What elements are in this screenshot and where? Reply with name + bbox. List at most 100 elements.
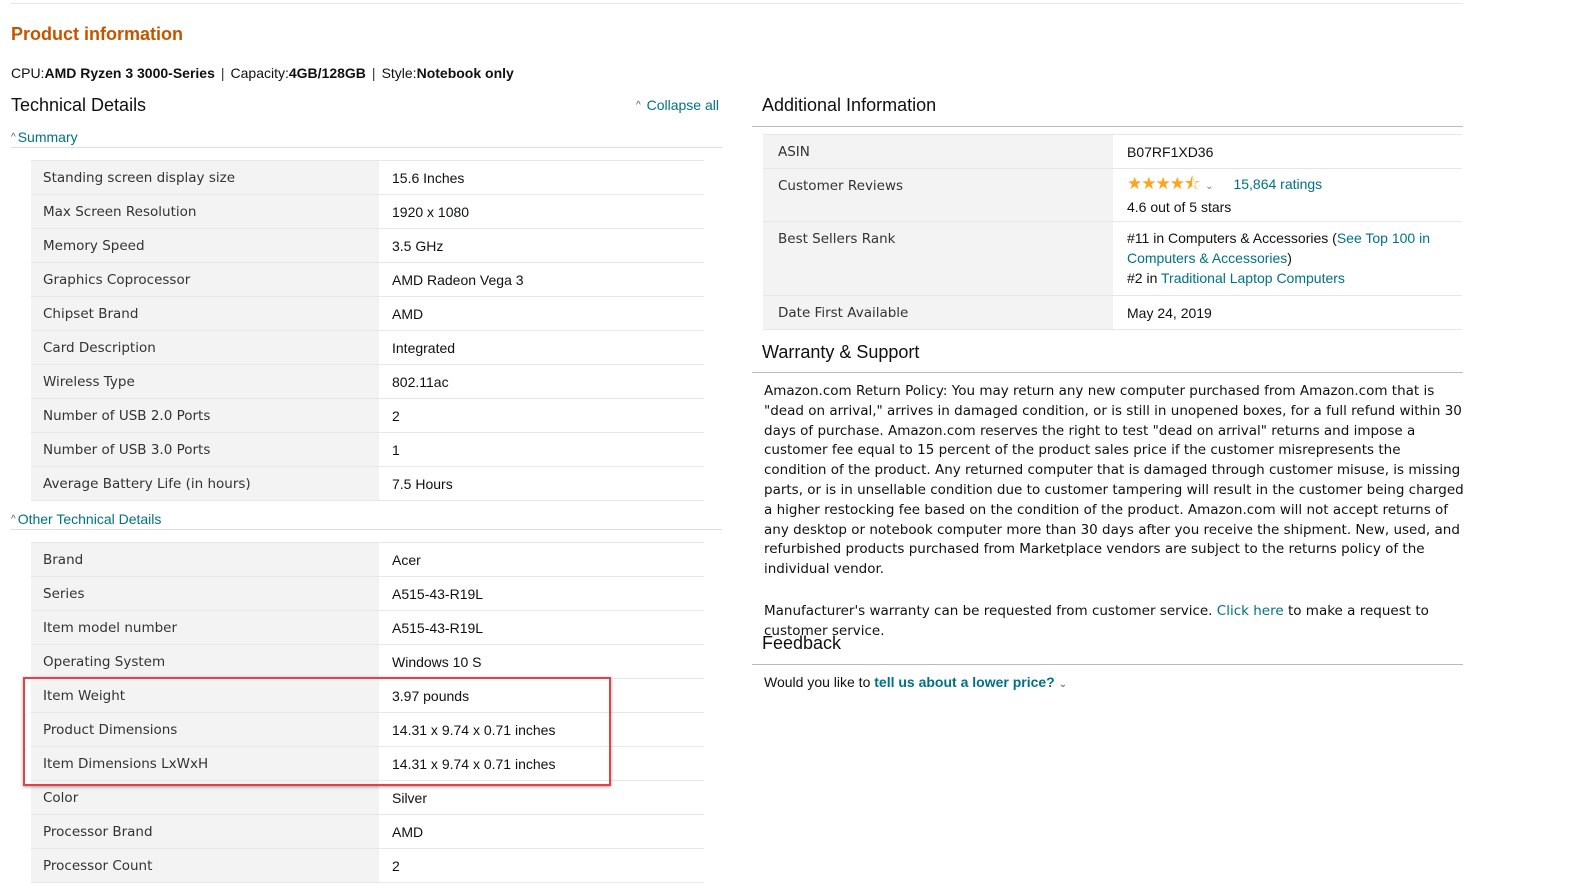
row-label: Card Description xyxy=(31,330,379,365)
row-label: Chipset Brand xyxy=(31,296,379,331)
collapse-all-link[interactable]: ^ Collapse all xyxy=(636,97,719,113)
row-label: Processor Brand xyxy=(31,814,379,849)
table-row: Average Battery Life (in hours) 7.5 Hours xyxy=(31,466,704,501)
rank1-prefix: #11 in Computers & Accessories ( xyxy=(1127,230,1337,246)
mfr-prefix: Manufacturer's warranty can be requested… xyxy=(764,602,1217,619)
top-divider xyxy=(11,3,1463,4)
row-label: Standing screen display size xyxy=(31,160,379,195)
row-label: Graphics Coprocessor xyxy=(31,262,379,297)
row-label: Item Dimensions LxWxH xyxy=(31,746,379,781)
additional-info-divider xyxy=(752,126,1463,127)
cpu-label: CPU: xyxy=(11,65,45,81)
row-value: Windows 10 S xyxy=(379,644,704,679)
collapse-all-label: Collapse all xyxy=(646,97,719,113)
table-row: Customer Reviews ★★★★⯪ ⌄ 15,864 ratings 4.… xyxy=(763,168,1462,222)
summary-label: Summary xyxy=(17,129,78,145)
rating-line: ★★★★⯪ ⌄ 15,864 ratings xyxy=(1127,174,1462,197)
rating-text: 4.6 out of 5 stars xyxy=(1127,199,1232,215)
row-value: 15.6 Inches xyxy=(379,160,704,195)
row-value: AMD Radeon Vega 3 xyxy=(379,262,704,297)
feedback-divider xyxy=(752,664,1463,665)
row-label: Number of USB 3.0 Ports xyxy=(31,432,379,467)
table-row: Item Weight 3.97 pounds xyxy=(31,678,704,713)
summary-toggle[interactable]: ^ Summary xyxy=(11,129,78,145)
table-row: Series A515-43-R19L xyxy=(31,576,704,611)
separator: | xyxy=(220,65,225,81)
table-row: Processor Count 2 xyxy=(31,848,704,883)
row-value: 7.5 Hours xyxy=(379,466,704,501)
date-first-available-value: May 24, 2019 xyxy=(1113,295,1462,330)
row-label: Product Dimensions xyxy=(31,712,379,747)
row-label: Item model number xyxy=(31,610,379,645)
other-technical-details-toggle[interactable]: ^ Other Technical Details xyxy=(11,511,161,527)
technical-details-heading: Technical Details xyxy=(11,95,147,115)
star-rating-icon[interactable]: ★★★★⯪ xyxy=(1127,174,1200,193)
feedback-question: Would you like to tell us about a lower … xyxy=(764,674,1067,690)
click-here-link[interactable]: Click here xyxy=(1217,603,1284,619)
customer-reviews-label: Customer Reviews xyxy=(763,168,1113,222)
other-details-label: Other Technical Details xyxy=(17,511,162,527)
product-info-title: Product information xyxy=(11,24,183,44)
row-value: 3.97 pounds xyxy=(379,678,704,713)
other-details-table: Brand Acer Series A515-43-R19L Item model … xyxy=(31,542,704,883)
table-row: Item model number A515-43-R19L xyxy=(31,610,704,645)
row-value: Integrated xyxy=(379,330,704,365)
rank2-prefix: #2 in xyxy=(1127,270,1161,286)
row-value: Silver xyxy=(379,780,704,815)
chevron-down-icon[interactable]: ⌄ xyxy=(1205,181,1213,192)
row-value: 802.11ac xyxy=(379,364,704,399)
row-label: Average Battery Life (in hours) xyxy=(31,466,379,501)
table-row: Card Description Integrated xyxy=(31,330,704,365)
table-row: Max Screen Resolution 1920 x 1080 xyxy=(31,194,704,229)
caret-up-icon: ^ xyxy=(636,100,641,111)
table-row: Memory Speed 3.5 GHz xyxy=(31,228,704,263)
table-row: Chipset Brand AMD xyxy=(31,296,704,331)
variant-summary: CPU:AMD Ryzen 3 3000-Series | Capacity:4GB… xyxy=(11,65,514,81)
table-row: ASIN B07RF1XD36 xyxy=(763,134,1462,169)
date-first-available-label: Date First Available xyxy=(763,295,1113,330)
lower-price-link[interactable]: tell us about a lower price? xyxy=(874,674,1054,690)
table-row: Number of USB 3.0 Ports 1 xyxy=(31,432,704,467)
feedback-question-text: Would you like to xyxy=(764,674,875,690)
row-value: 14.31 x 9.74 x 0.71 inches xyxy=(379,712,704,747)
warranty-text: Amazon.com Return Policy: You may return… xyxy=(764,382,1464,664)
rank-line-2: #2 in Traditional Laptop Computers xyxy=(1127,268,1462,288)
traditional-laptop-link[interactable]: Traditional Laptop Computers xyxy=(1161,270,1345,286)
customer-reviews-value: ★★★★⯪ ⌄ 15,864 ratings 4.6 out of 5 stars xyxy=(1113,168,1462,222)
row-label: Color xyxy=(31,780,379,815)
other-details-divider xyxy=(11,529,722,530)
row-label: Processor Count xyxy=(31,848,379,883)
caret-up-icon: ^ xyxy=(11,132,16,143)
chevron-down-icon[interactable]: ⌄ xyxy=(1059,679,1067,690)
table-row: Number of USB 2.0 Ports 2 xyxy=(31,398,704,433)
table-row: Best Sellers Rank #11 in Computers & Acc… xyxy=(763,221,1462,296)
row-label: Brand xyxy=(31,542,379,577)
row-label: Item Weight xyxy=(31,678,379,713)
row-value: 3.5 GHz xyxy=(379,228,704,263)
best-sellers-rank-value: #11 in Computers & Accessories (See Top … xyxy=(1113,221,1462,296)
ratings-count-link[interactable]: 15,864 ratings xyxy=(1233,176,1322,192)
style-label: Style: xyxy=(381,65,417,81)
table-row: Color Silver xyxy=(31,780,704,815)
row-value: A515-43-R19L xyxy=(379,576,704,611)
row-value: AMD xyxy=(379,814,704,849)
table-row: Wireless Type 802.11ac xyxy=(31,364,704,399)
row-value: 1 xyxy=(379,432,704,467)
rank1-suffix: ) xyxy=(1287,250,1292,266)
cpu-value: AMD Ryzen 3 3000-Series xyxy=(44,65,215,81)
asin-value: B07RF1XD36 xyxy=(1113,134,1462,169)
row-value: 1920 x 1080 xyxy=(379,194,704,229)
row-value: 2 xyxy=(379,398,704,433)
row-value: 14.31 x 9.74 x 0.71 inches xyxy=(379,746,704,781)
warranty-divider xyxy=(752,372,1463,373)
style-value: Notebook only xyxy=(416,65,514,81)
table-row: Product Dimensions 14.31 x 9.74 x 0.71 in… xyxy=(31,712,704,747)
return-policy-text: Amazon.com Return Policy: You may return… xyxy=(764,383,1464,578)
manufacturer-warranty-text: Manufacturer's warranty can be requested… xyxy=(764,602,1464,642)
capacity-label: Capacity: xyxy=(230,65,289,81)
row-label: Series xyxy=(31,576,379,611)
row-label: Max Screen Resolution xyxy=(31,194,379,229)
capacity-value: 4GB/128GB xyxy=(288,65,366,81)
table-row: Brand Acer xyxy=(31,542,704,577)
table-row: Processor Brand AMD xyxy=(31,814,704,849)
